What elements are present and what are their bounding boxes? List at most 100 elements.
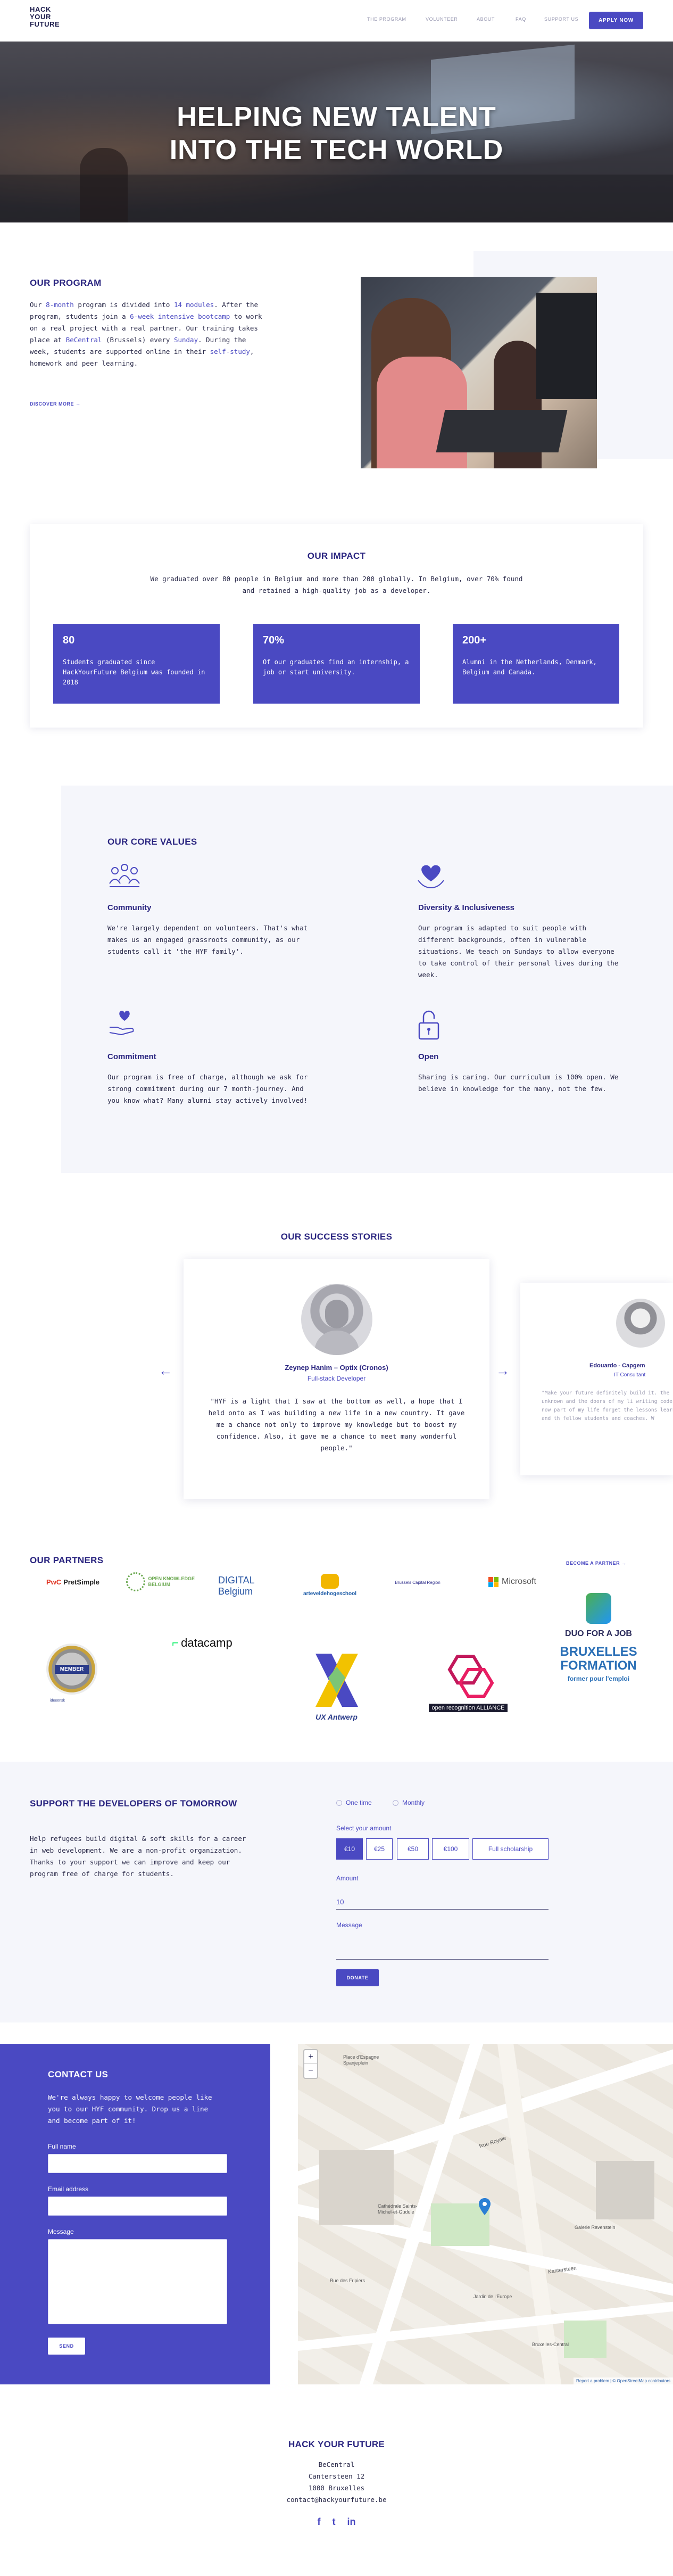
heart-hands-icon — [418, 865, 444, 889]
link-sunday[interactable]: Sunday — [174, 336, 198, 344]
amount-option-100[interactable]: €100 — [432, 1838, 469, 1860]
story-role: IT Consultant — [614, 1372, 646, 1378]
partner-logo-ux-antwerp[interactable]: UX Antwerp — [301, 1644, 372, 1729]
logo-line-2: YOUR — [30, 13, 51, 21]
impact-title: OUR IMPACT — [307, 551, 366, 561]
footer-title: HACK YOUR FUTURE — [288, 2439, 385, 2449]
program-photo — [361, 277, 597, 468]
radio-icon[interactable] — [336, 1799, 342, 1806]
become-partner-link[interactable]: BECOME A PARTNER → — [566, 1561, 627, 1566]
map-attribution[interactable]: Report a problem | © OpenStreetMap contr… — [574, 2377, 673, 2384]
amount-option-10[interactable]: €10 — [336, 1838, 363, 1860]
map-label: Bruxelles-Central — [532, 2342, 569, 2347]
link-bootcamp[interactable]: 6-week intensive bootcamp — [130, 312, 230, 320]
impact-stat-card: 70% Of our graduates find an internship,… — [253, 624, 420, 704]
impact-stat-number: 70% — [263, 634, 285, 646]
prev-story-button[interactable]: ← — [159, 1363, 172, 1379]
map-building — [596, 2161, 654, 2219]
partner-logo-microsoft[interactable]: Microsoft — [480, 1575, 544, 1588]
hero-banner: HELPING NEW TALENT INTO THE TECH WORLD — [0, 42, 673, 222]
impact-stat-card: 80 Students graduated since HackYourFutu… — [53, 624, 220, 704]
map-label: Rue des Fripiers — [330, 2278, 365, 2283]
open-recognition-hex — [447, 1655, 494, 1698]
discover-more-link[interactable]: DISCOVER MORE → — [30, 401, 81, 407]
amount-input[interactable]: 10 — [336, 1895, 549, 1910]
partner-logo-brussels[interactable]: Brussels Capital Region — [383, 1573, 452, 1591]
support-text: Help refugees build digital & soft skill… — [30, 1835, 246, 1878]
amount-option-25[interactable]: €25 — [366, 1838, 393, 1860]
value-text-commitment: Our program is free of charge, although … — [107, 1073, 308, 1104]
value-text-open: Sharing is caring. Our curriculum is 100… — [418, 1073, 619, 1093]
map-pin-icon[interactable] — [479, 2198, 491, 2215]
link-becentral[interactable]: BeCentral — [66, 336, 102, 344]
avatar — [301, 1284, 372, 1355]
arrow-right-icon: → — [76, 401, 81, 407]
zoom-out-button[interactable]: − — [304, 2064, 317, 2078]
facebook-icon[interactable]: f — [318, 2516, 321, 2528]
amount-select-label: Select your amount — [336, 1824, 392, 1832]
stories-title: OUR SUCCESS STORIES — [280, 1232, 393, 1242]
hand-heart-icon — [109, 1011, 134, 1036]
avatar — [616, 1299, 665, 1348]
impact-stat-text: Students graduated since HackYourFuture … — [63, 658, 205, 686]
story-card-side: Edouardo - Capgem IT Consultant "Make yo… — [520, 1283, 673, 1475]
partner-logo-duo-bruxelles-formation[interactable]: DUO FOR A JOB BRUXELLES FORMATION former… — [556, 1571, 641, 1704]
logo[interactable]: HACK YOUR FUTURE — [30, 6, 60, 28]
radio-icon[interactable] — [393, 1799, 398, 1806]
zoom-in-button[interactable]: + — [304, 2050, 317, 2064]
story-quote: "Make your future definitely build it. t… — [542, 1390, 673, 1422]
next-story-button[interactable]: → — [496, 1363, 510, 1379]
story-role: Full-stack Developer — [307, 1375, 366, 1382]
freq-monthly[interactable]: Monthly — [393, 1799, 425, 1806]
partner-logo-okbe[interactable]: OPEN KNOWLEDGE BELGIUM — [120, 1570, 205, 1594]
partner-logo-open-recognition[interactable]: open recognition ALLIANCE — [426, 1646, 511, 1720]
freq-one-time[interactable]: One time — [336, 1799, 372, 1806]
photo-laptop — [436, 410, 568, 452]
fullname-label: Full name — [48, 2143, 76, 2150]
value-text-community: We're largely dependent on volunteers. T… — [107, 924, 308, 955]
partner-logo-ideeen[interactable]: ideeënsk — [50, 1699, 65, 1703]
nav-item-support[interactable]: SUPPORT US — [544, 16, 578, 22]
email-label: Email address — [48, 2185, 89, 2193]
link-8-month[interactable]: 8-month — [46, 301, 74, 309]
value-title-community: Community — [107, 903, 152, 912]
community-icon — [109, 864, 140, 887]
email-input[interactable] — [48, 2197, 227, 2216]
nav-item-about[interactable]: ABOUT — [477, 16, 495, 22]
linkedin-icon[interactable]: in — [347, 2516, 356, 2528]
amount-option-full-scholarship[interactable]: Full scholarship — [472, 1838, 549, 1860]
footer-email-link[interactable]: contact@hackyourfuture.be — [0, 2494, 673, 2506]
partner-logo-datacamp[interactable]: ⌐ datacamp — [160, 1634, 245, 1652]
message-input[interactable] — [336, 1941, 549, 1960]
map-label: Jardin de l'Europe — [473, 2294, 512, 2299]
nav-item-volunteer[interactable]: VOLUNTEER — [426, 16, 458, 22]
arrow-right-icon: → — [621, 1561, 627, 1566]
nav-item-faq[interactable]: FAQ — [516, 16, 526, 22]
donate-button[interactable]: DONATE — [336, 1969, 379, 1986]
partner-logo-pwc[interactable]: PwC PretSimple — [38, 1574, 107, 1589]
map-label: Place d'Espagne Spanjeplein — [343, 2054, 379, 2066]
logo-line-3: FUTURE — [30, 20, 60, 28]
send-button[interactable]: SEND — [48, 2338, 85, 2355]
map-label: Galerie Ravenstein — [575, 2225, 616, 2230]
hero-table-shape — [0, 175, 673, 222]
apply-now-button[interactable]: APPLY NOW — [589, 12, 643, 29]
map-label: Cathédrale Saints-Michel-et-Gudule — [378, 2203, 418, 2215]
link-14-modules[interactable]: 14 modules — [174, 301, 214, 309]
value-text-diversity: Our program is adapted to suit people wi… — [418, 924, 619, 979]
story-name: Edouardo - Capgem — [589, 1363, 645, 1369]
link-self-study[interactable]: self-study — [210, 348, 250, 356]
partner-logo-artevelde[interactable]: arteveldehogeschool — [295, 1570, 364, 1600]
nav-item-program[interactable]: THE PROGRAM — [367, 16, 406, 22]
partner-logo-digital-belgium[interactable]: DIGITAL Belgium — [218, 1570, 271, 1602]
amount-field-label: Amount — [336, 1875, 359, 1882]
partner-logo-member-badge[interactable]: MEMBER — [37, 1640, 106, 1698]
impact-stat-text: Alumni in the Netherlands, Denmark, Belg… — [462, 658, 597, 676]
amount-option-50[interactable]: €50 — [397, 1838, 429, 1860]
map[interactable]: Place d'Espagne Spanjeplein Cathédrale S… — [298, 2044, 673, 2384]
footer-line: BeCentral — [318, 2461, 355, 2468]
message-textarea[interactable] — [48, 2239, 227, 2324]
impact-stat-text: Of our graduates find an internship, a j… — [263, 658, 409, 676]
twitter-icon[interactable]: t — [333, 2516, 336, 2528]
fullname-input[interactable] — [48, 2154, 227, 2173]
